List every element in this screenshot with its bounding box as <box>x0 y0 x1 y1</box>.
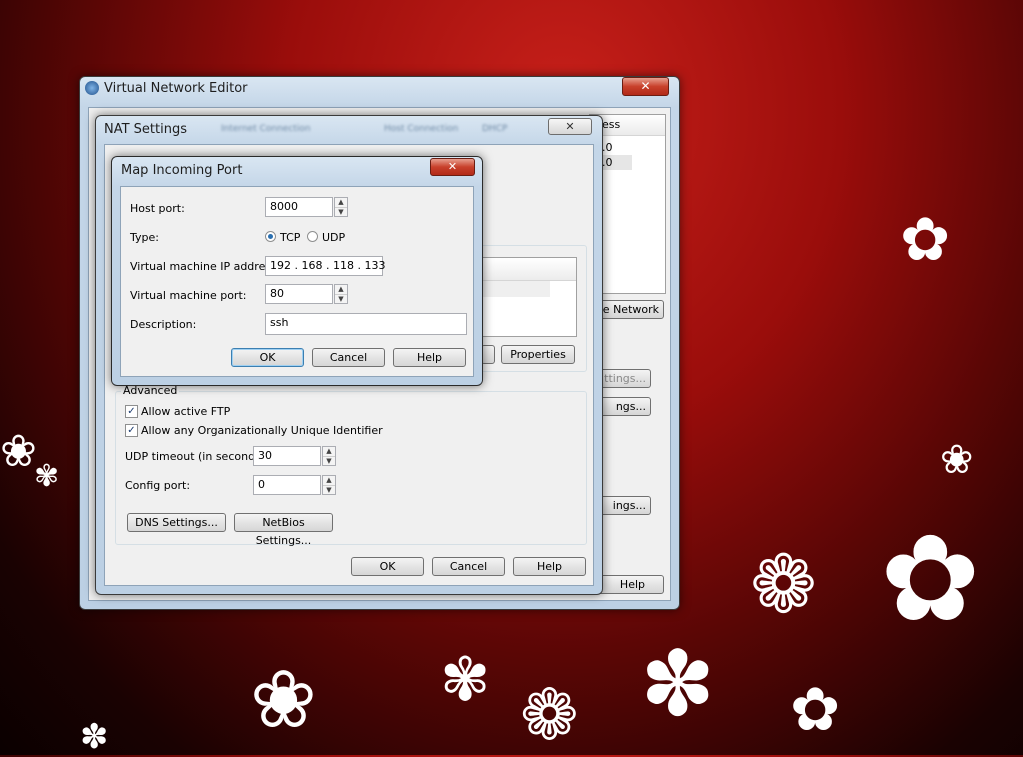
host-port-input[interactable]: 8000 <box>265 197 333 217</box>
help-button[interactable]: Help <box>393 348 466 367</box>
allow-oui-label: Allow any Organizationally Unique Identi… <box>141 424 383 437</box>
dialog-title: Map Incoming Port <box>121 163 243 178</box>
vm-ip-input[interactable]: 192 . 168 . 118 . 133 <box>265 256 385 276</box>
vm-port-spinner[interactable]: ▲ ▼ <box>334 284 348 304</box>
window-title: Virtual Network Editor <box>104 81 248 96</box>
udp-timeout-spinner[interactable]: ▲ ▼ <box>322 446 336 466</box>
netbios-settings-button[interactable]: NetBios Settings... <box>234 513 333 547</box>
flower-icon: ✿ <box>900 205 951 275</box>
flower-icon: ✽ <box>640 632 716 737</box>
dns-settings-button[interactable]: DNS Settings... <box>127 513 226 532</box>
host-port-label: Host port: <box>130 202 185 215</box>
dialog-title: NAT Settings <box>104 122 188 137</box>
config-port-spinner[interactable]: ▲ ▼ <box>322 475 336 495</box>
flower-icon: ✽ <box>80 717 109 757</box>
tcp-radio[interactable] <box>265 231 276 242</box>
network-icon <box>85 81 99 95</box>
type-label: Type: <box>130 231 159 244</box>
description-label: Description: <box>130 318 197 331</box>
blurred-header: DHCP <box>482 124 508 134</box>
allow-oui-checkbox[interactable]: ✓ <box>125 424 138 437</box>
udp-radio[interactable] <box>307 231 318 242</box>
allow-ftp-checkbox[interactable]: ✓ <box>125 405 138 418</box>
udp-timeout-label: UDP timeout (in seconds): <box>125 450 269 463</box>
blurred-header: Internet Connection <box>221 124 311 134</box>
flower-icon: ❁ <box>750 538 818 631</box>
flower-icon: ❁ <box>520 674 579 756</box>
allow-ftp-label: Allow active FTP <box>141 405 231 418</box>
map-incoming-port-dialog: Map Incoming Port ✕ Host port: 8000 ▲ ▼ T… <box>111 156 483 386</box>
vm-port-input[interactable]: 80 <box>265 284 333 304</box>
config-port-label: Config port: <box>125 479 191 492</box>
ok-button[interactable]: OK <box>351 557 424 576</box>
config-port-input[interactable]: 0 <box>253 475 321 495</box>
cancel-button[interactable]: Cancel <box>312 348 385 367</box>
help-button[interactable]: Help <box>513 557 586 576</box>
close-button[interactable]: ✕ <box>430 158 475 176</box>
remove-button[interactable] <box>481 345 495 364</box>
flower-icon: ✾ <box>440 645 491 715</box>
vm-port-label: Virtual machine port: <box>130 289 247 302</box>
description-input[interactable]: ssh <box>265 313 467 335</box>
flower-icon: ✿ <box>790 675 841 745</box>
map-client: Host port: 8000 ▲ ▼ Type: TCP UDP Virtual… <box>120 186 474 377</box>
tcp-label: TCP <box>280 231 301 244</box>
blurred-header: Host Connection <box>384 124 459 134</box>
close-button[interactable]: ✕ <box>548 118 592 135</box>
flower-icon: ✾ <box>34 459 60 494</box>
flower-icon: ❀ <box>0 426 37 477</box>
cancel-button[interactable]: Cancel <box>432 557 505 576</box>
udp-label: UDP <box>322 231 346 244</box>
host-port-spinner[interactable]: ▲ ▼ <box>334 197 348 217</box>
flower-icon: ❀ <box>250 653 318 746</box>
flower-icon: ✿ <box>880 510 981 649</box>
properties-button[interactable]: Properties <box>501 345 575 364</box>
ok-button[interactable]: OK <box>231 348 304 367</box>
udp-timeout-input[interactable]: 30 <box>253 446 321 466</box>
flower-icon: ❀ <box>940 437 974 483</box>
close-button[interactable]: ✕ <box>622 77 669 96</box>
vm-ip-label: Virtual machine IP address: <box>130 260 281 273</box>
